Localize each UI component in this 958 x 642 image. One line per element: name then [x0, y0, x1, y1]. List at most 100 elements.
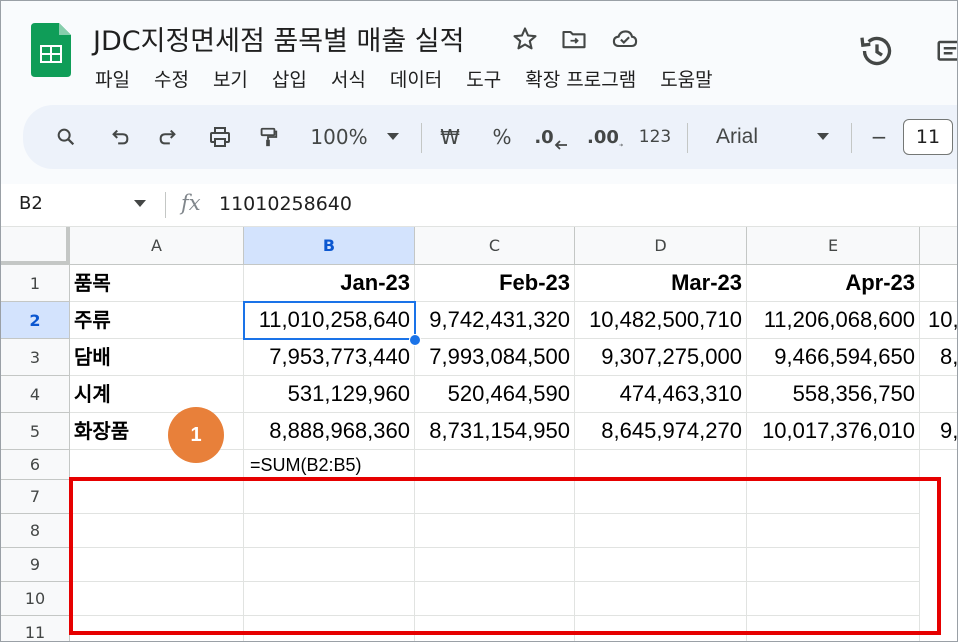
decrease-font-size-button[interactable]: − — [867, 105, 891, 169]
cell-c5[interactable]: 8,731,154,950 — [415, 413, 575, 450]
column-header-e[interactable]: E — [747, 227, 920, 265]
cell-f1[interactable] — [920, 265, 957, 302]
cell-c1[interactable]: Feb-23 — [415, 265, 575, 302]
cell-e11[interactable] — [747, 616, 920, 641]
cell-b8[interactable] — [244, 514, 415, 548]
sheets-logo-icon[interactable] — [31, 23, 71, 77]
cell-e2[interactable]: 11,206,068,600 — [747, 302, 920, 339]
cell-f4[interactable] — [920, 376, 957, 413]
cell-e5[interactable]: 10,017,376,010 — [747, 413, 920, 450]
cell-c9[interactable] — [415, 548, 575, 582]
row-header-10[interactable]: 10 — [1, 582, 70, 616]
cell-d7[interactable] — [575, 480, 747, 514]
cell-e3[interactable]: 9,466,594,650 — [747, 339, 920, 376]
cell-d9[interactable] — [575, 548, 747, 582]
menu-edit[interactable]: 수정 — [154, 65, 189, 92]
comments-icon[interactable] — [935, 37, 958, 67]
cell-c8[interactable] — [415, 514, 575, 548]
cell-d11[interactable] — [575, 616, 747, 641]
row-header-3[interactable]: 3 — [1, 339, 70, 376]
font-family-select[interactable]: Arial — [707, 105, 767, 169]
row-header-6[interactable]: 6 — [1, 450, 70, 480]
cell-c7[interactable] — [415, 480, 575, 514]
undo-icon[interactable] — [105, 105, 135, 169]
cell-d8[interactable] — [575, 514, 747, 548]
cell-c4[interactable]: 520,464,590 — [415, 376, 575, 413]
menu-tools[interactable]: 도구 — [466, 65, 501, 92]
column-header-c[interactable]: C — [415, 227, 575, 265]
cell-b4[interactable]: 531,129,960 — [244, 376, 415, 413]
cell-d4[interactable]: 474,463,310 — [575, 376, 747, 413]
cell-d3[interactable]: 9,307,275,000 — [575, 339, 747, 376]
decrease-decimal-button[interactable]: .0 — [533, 105, 569, 169]
cell-b6[interactable]: =SUM(B2:B5) — [244, 450, 415, 480]
cell-e4[interactable]: 558,356,750 — [747, 376, 920, 413]
cell-a2[interactable]: 주류 — [70, 302, 244, 339]
version-history-icon[interactable] — [857, 31, 897, 71]
row-header-5[interactable]: 5 — [1, 413, 70, 450]
cell-e9[interactable] — [747, 548, 920, 582]
cell-e1[interactable]: Apr-23 — [747, 265, 920, 302]
increase-decimal-button[interactable]: .00 — [587, 105, 623, 169]
cell-b5[interactable]: 8,888,968,360 — [244, 413, 415, 450]
cell-c11[interactable] — [415, 616, 575, 641]
column-header-d[interactable]: D — [575, 227, 747, 265]
menu-insert[interactable]: 삽입 — [272, 65, 307, 92]
font-caret-icon[interactable] — [813, 105, 833, 169]
column-header-b[interactable]: B — [244, 227, 415, 265]
cell-b1[interactable]: Jan-23 — [244, 265, 415, 302]
cell-c6[interactable] — [415, 450, 575, 480]
cell-a3[interactable]: 담배 — [70, 339, 244, 376]
number-format-button[interactable]: 123 — [637, 105, 673, 169]
name-box-caret-icon[interactable] — [133, 196, 147, 210]
cell-c3[interactable]: 7,993,084,500 — [415, 339, 575, 376]
cell-d2[interactable]: 10,482,500,710 — [575, 302, 747, 339]
cell-a10[interactable] — [70, 582, 244, 616]
fill-handle[interactable] — [409, 334, 421, 346]
search-menus-icon[interactable] — [51, 105, 81, 169]
cell-e7[interactable] — [747, 480, 920, 514]
zoom-caret-icon[interactable] — [383, 105, 403, 169]
cell-c10[interactable] — [415, 582, 575, 616]
cell-e10[interactable] — [747, 582, 920, 616]
cell-f5[interactable]: 9, — [920, 413, 957, 450]
cell-a6[interactable] — [70, 450, 244, 480]
cell-f2[interactable]: 10, — [920, 302, 957, 339]
cloud-saved-icon[interactable] — [611, 25, 639, 53]
percent-format-button[interactable]: % — [487, 105, 517, 169]
document-title[interactable]: JDC지정면세점 품목별 매출 실적 — [93, 19, 464, 58]
redo-icon[interactable] — [153, 105, 183, 169]
cell-a11[interactable] — [70, 616, 244, 641]
row-header-8[interactable]: 8 — [1, 514, 70, 548]
cell-b2[interactable]: 11,010,258,640 — [244, 302, 415, 339]
print-icon[interactable] — [203, 105, 237, 169]
cell-a8[interactable] — [70, 514, 244, 548]
zoom-select[interactable]: 100% — [306, 105, 372, 169]
row-header-2[interactable]: 2 — [1, 302, 70, 339]
move-to-folder-icon[interactable] — [560, 25, 588, 53]
cell-b7[interactable] — [244, 480, 415, 514]
formula-input[interactable]: 11010258640 — [219, 193, 352, 215]
cell-d6[interactable] — [575, 450, 747, 480]
cell-a1[interactable]: 품목 — [70, 265, 244, 302]
row-header-7[interactable]: 7 — [1, 480, 70, 514]
menu-view[interactable]: 보기 — [213, 65, 248, 92]
menu-file[interactable]: 파일 — [95, 65, 130, 92]
name-box[interactable]: B2 — [19, 193, 43, 214]
cell-e8[interactable] — [747, 514, 920, 548]
cell-c2[interactable]: 9,742,431,320 — [415, 302, 575, 339]
cell-b9[interactable] — [244, 548, 415, 582]
row-header-4[interactable]: 4 — [1, 376, 70, 413]
row-header-1[interactable]: 1 — [1, 265, 70, 302]
cell-b11[interactable] — [244, 616, 415, 641]
select-all-corner[interactable] — [1, 227, 70, 265]
star-icon[interactable] — [511, 25, 539, 53]
menu-extensions[interactable]: 확장 프로그램 — [525, 65, 636, 92]
cell-e6[interactable] — [747, 450, 920, 480]
cell-a4[interactable]: 시계 — [70, 376, 244, 413]
column-header-a[interactable]: A — [70, 227, 244, 265]
cell-b10[interactable] — [244, 582, 415, 616]
cell-b3[interactable]: 7,953,773,440 — [244, 339, 415, 376]
menu-help[interactable]: 도움말 — [660, 65, 712, 92]
menu-format[interactable]: 서식 — [331, 65, 366, 92]
